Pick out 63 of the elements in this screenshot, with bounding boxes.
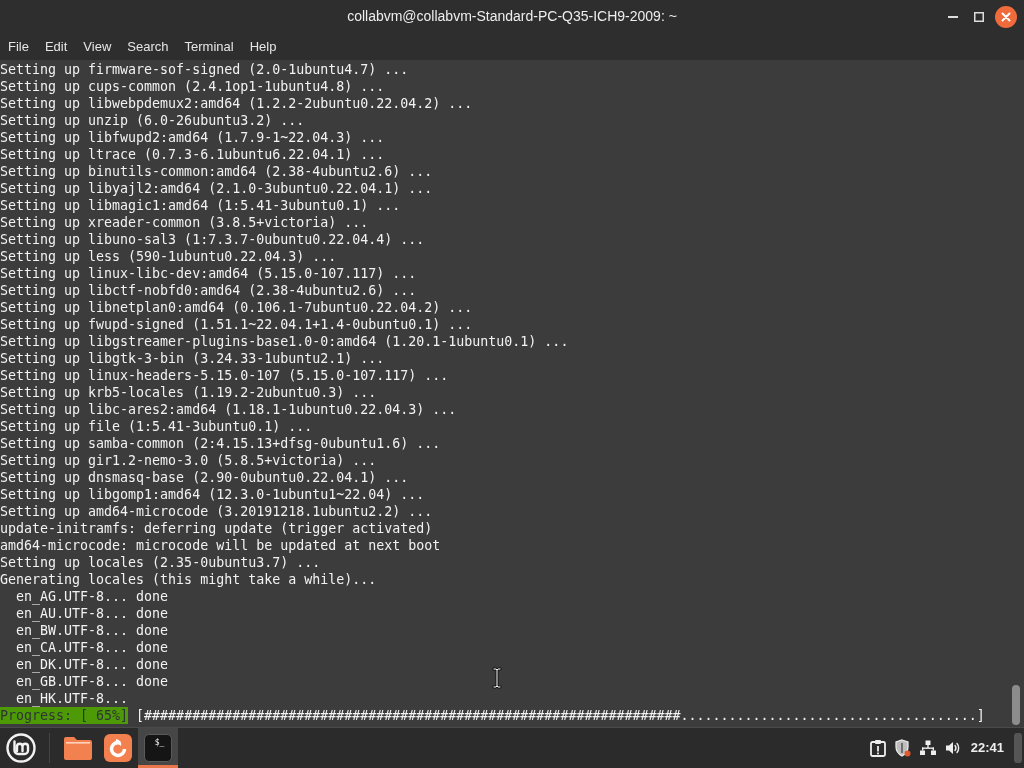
terminal-line: en_GB.UTF-8... done	[15, 673, 169, 690]
logo-icon	[6, 733, 36, 763]
terminal-line: en_CA.UTF-8... done	[15, 639, 169, 656]
minimize-icon	[948, 15, 958, 18]
terminal-line: Setting up libfwupd2:amd64 (1.7.9-1~22.04.3) ...	[0, 129, 385, 146]
terminal-line: Setting up amd64-microcode (3.20191218.1ubuntu2.2) ...	[0, 503, 433, 520]
terminal-line: Setting up libgtk-3-bin (3.24.33-1ubuntu2.1) ...	[0, 350, 385, 367]
clipboard-alert-icon[interactable]	[869, 739, 886, 757]
terminal-line: en_AU.UTF-8... done	[15, 605, 169, 622]
terminal-line: Setting up libyajl2:amd64 (2.1.0-3ubuntu0.22.04.1) ...	[0, 180, 433, 197]
terminal-line: Setting up libwebpdemux2:amd64 (1.2.2-2ubuntu0.22.04.2) ...	[0, 95, 473, 112]
terminal-line: Setting up samba-common (2:4.15.13+dfsg-0ubuntu1.6) ...	[0, 435, 441, 452]
taskbar-button[interactable]: $_	[138, 728, 178, 768]
terminal-line: Setting up libgomp1:amd64 (12.3.0-1ubuntu1~22.04) ...	[0, 486, 425, 503]
text-cursor-icon	[492, 667, 502, 689]
terminal-line: Setting up libc-ares2:amd64 (1.18.1-1ubuntu0.22.04.3) ...	[0, 401, 457, 418]
terminal-line: Setting up file (1:5.41-3ubuntu0.1) ...	[0, 418, 313, 435]
terminal-line: Setting up gir1.2-nemo-3.0 (5.8.5+victoria) ...	[0, 452, 377, 469]
terminal-line: Setting up libnetplan0:amd64 (0.106.1-7ubuntu0.22.04.2) ...	[0, 299, 473, 316]
terminal-line: Setting up cups-common (2.4.1op1-1ubuntu4.8) ...	[0, 78, 385, 95]
terminal-line: Setting up dnsmasq-base (2.90-0ubuntu0.22.04.1) ...	[0, 469, 409, 486]
terminal-line: en_AG.UTF-8... done	[15, 588, 169, 605]
progress-label: Progress: [ 65%]	[0, 707, 129, 724]
terminal-line: Generating locales (this might take a while)...	[0, 571, 377, 588]
terminal-line: Setting up unzip (6.0-26ubuntu3.2) ...	[0, 112, 305, 129]
maximize-icon	[974, 11, 984, 22]
window-title: collabvm@collabvm-Standard-PC-Q35-ICH9-2009: ~	[347, 7, 677, 26]
terminal-line: en_DK.UTF-8... done	[15, 656, 169, 673]
terminal-line: Setting up less (590-1ubuntu0.22.04.3) ...	[0, 248, 337, 265]
terminal-line: Setting up libgstreamer-plugins-base1.0-0:amd64 (1.20.1-1ubuntu0.1) ...	[0, 333, 569, 350]
menu-item[interactable]: File	[8, 38, 29, 55]
terminal-line: Setting up linux-libc-dev:amd64 (5.15.0-107.117) ...	[0, 265, 417, 282]
volume-icon[interactable]	[944, 740, 961, 756]
terminal-line: Setting up locales (2.35-0ubuntu3.7) ...	[0, 554, 321, 571]
folder-icon	[63, 735, 93, 761]
terminal-line: Setting up firmware-sof-signed (2.0-1ubuntu4.7) ...	[0, 61, 409, 78]
terminal-line: Setting up libmagic1:amd64 (1:5.41-3ubuntu0.1) ...	[0, 197, 401, 214]
network-icon[interactable]	[919, 740, 936, 756]
terminal-line: Setting up krb5-locales (1.19.2-2ubuntu0.3) ...	[0, 384, 377, 401]
terminal-line: Setting up fwupd-signed (1.51.1~22.04.1+1.4-0ubuntu0.1) ...	[0, 316, 473, 333]
terminal-line: en_BW.UTF-8... done	[15, 622, 169, 639]
terminal-line: Setting up binutils-common:amd64 (2.38-4ubuntu2.6) ...	[0, 163, 433, 180]
terminal-line: Setting up libctf-nobfd0:amd64 (2.38-4ubuntu2.6) ...	[0, 282, 417, 299]
terminal-line: en_HK.UTF-8...	[15, 690, 129, 707]
terminal-line: Setting up ltrace (0.7.3-6.1ubuntu6.22.04.1) ...	[0, 146, 385, 163]
terminal-line: Setting up xreader-common (3.8.5+victoria) ...	[0, 214, 369, 231]
menu-item[interactable]: Terminal	[184, 38, 234, 55]
menu-item[interactable]: Help	[249, 38, 277, 55]
terminal-line: Setting up linux-headers-5.15.0-107 (5.15.0-107.117) ...	[0, 367, 449, 384]
close-icon	[995, 5, 1017, 28]
shield-icon[interactable]	[894, 739, 911, 757]
terminal-icon: $_	[144, 734, 172, 762]
swirl-icon	[104, 734, 132, 762]
close-button[interactable]	[995, 5, 1017, 28]
progress-bar-text: [###################################################################.....................................]	[136, 707, 985, 724]
terminal-line: Setting up libuno-sal3 (1:7.3.7-0ubuntu0.22.04.4) ...	[0, 231, 425, 248]
menu-item[interactable]: Search	[127, 38, 169, 55]
clock[interactable]: 22:41	[970, 738, 1004, 758]
menu-item[interactable]: Edit	[44, 38, 68, 55]
terminal-line: update-initramfs: deferring update (trigger activated)	[0, 520, 433, 537]
terminal-line: amd64-microcode: microcode will be updated at next boot	[0, 537, 441, 554]
scrollbar-thumb[interactable]	[1012, 685, 1020, 725]
menu-item[interactable]: View	[83, 38, 112, 55]
